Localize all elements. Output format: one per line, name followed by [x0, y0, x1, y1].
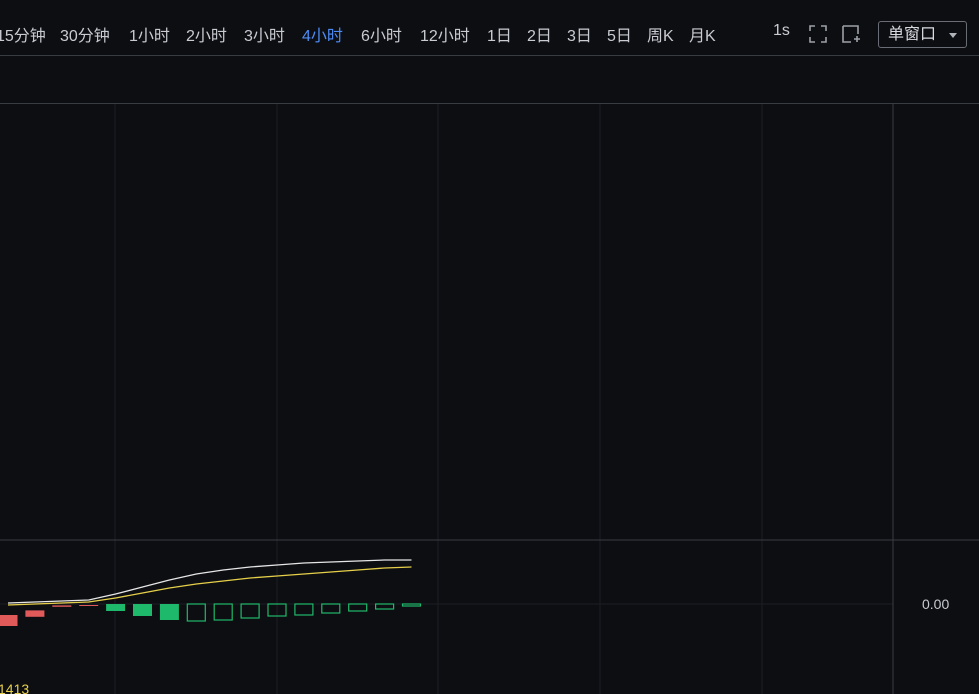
sub-bar-1 — [25, 610, 45, 617]
sub-bar-9 — [240, 603, 260, 619]
sub-bar-5 — [133, 604, 152, 616]
sub-bar-12 — [321, 603, 341, 614]
sub-bar-8 — [213, 603, 233, 621]
sub-bar-4 — [106, 604, 126, 611]
sub-bar-6 — [159, 604, 179, 620]
sub-bar-3 — [79, 605, 99, 606]
sub-bar-13 — [348, 603, 368, 612]
sub-yellow-line — [7, 566, 412, 606]
candlestick-chart[interactable]: 333.36→ 1413 366.28358.68351.23343.94336… — [0, 0, 979, 694]
sub-axis-label: 0.00 — [922, 596, 949, 612]
sub-bar-7 — [186, 603, 206, 622]
sub-bar-14 — [375, 603, 395, 610]
sub-bar-0 — [0, 615, 18, 626]
grid — [0, 104, 979, 694]
sub-bar-2 — [52, 605, 72, 607]
sub-white-line — [7, 559, 412, 604]
sub-bottom-label: 1413 — [0, 681, 29, 694]
sub-bar-11 — [294, 603, 314, 616]
sub-indicator: 1413 — [0, 559, 422, 694]
price-axis: 366.28358.68351.23343.94336.80339.150.00 — [922, 596, 949, 612]
sub-bar-15 — [401, 603, 422, 607]
